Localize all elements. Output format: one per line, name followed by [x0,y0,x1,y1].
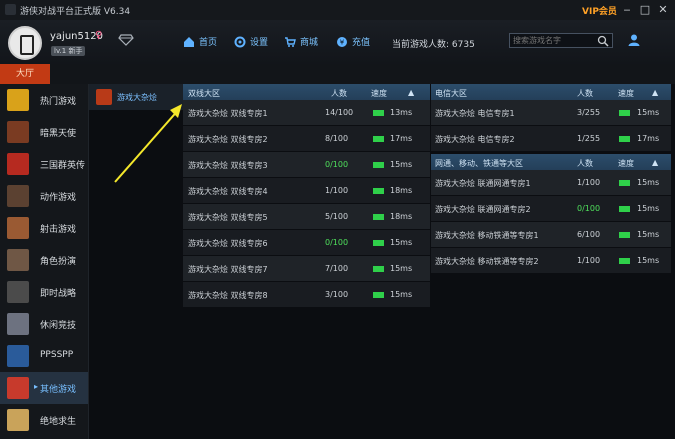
sidebar-item-hot-games[interactable]: 热门游戏 [0,84,88,116]
table-row[interactable]: 游戏大杂烩 双线专房5 5/100 18ms [183,204,430,229]
game-thumb-icon [7,409,29,431]
game-thumb-icon [7,249,29,271]
ping-bar-icon [373,110,384,116]
sort-icon[interactable]: ▲ [408,88,414,97]
netcom-mobile-room-table: 网通、移动、铁通等大区 人数 速度 ▲ 游戏大杂烩 联通网通专房1 1/100 1… [431,154,671,274]
ping-bar-icon [619,110,630,116]
game-thumb-icon [7,185,29,207]
game-thumb-icon [96,89,112,105]
table-row[interactable]: 游戏大杂烩 双线专房2 8/100 17ms [183,126,430,151]
game-thumb-icon [7,153,29,175]
ping-bar-icon [373,266,384,272]
svg-text:¥: ¥ [340,38,345,46]
search-icon[interactable] [597,35,609,47]
table-row[interactable]: 游戏大杂烩 双线专房1 14/100 13ms [183,100,430,125]
sidebar-item-rts[interactable]: 即时战略 [0,276,88,308]
restore-icon[interactable]: □ [638,3,652,17]
sidebar-item-rpg[interactable]: 角色扮演 [0,244,88,276]
table-header: 网通、移动、铁通等大区 人数 速度 ▲ [431,154,671,170]
table-row[interactable]: 游戏大杂烩 电信专房2 1/255 17ms [431,126,671,151]
nav-shop[interactable]: 商城 [284,35,318,48]
game-thumb-icon [7,121,29,143]
tab-hall[interactable]: 大厅 [0,64,50,84]
table-row[interactable]: 游戏大杂烩 电信专房1 3/255 15ms [431,100,671,125]
ping-bar-icon [373,162,384,168]
subcategory-item-hodgepodge[interactable]: 游戏大杂烩 [89,84,183,110]
sidebar-item-action[interactable]: 动作游戏 [0,180,88,212]
table-row[interactable]: 游戏大杂烩 双线专房3 0/100 15ms [183,152,430,177]
table-row[interactable]: 游戏大杂烩 移动铁通等专房2 1/100 15ms [431,248,671,273]
sidebar: 热门游戏 暗黑天使 三国群英传 动作游戏 射击游戏 角色扮演 即时战略 休闲竞技… [0,84,89,439]
search-input[interactable] [510,34,604,47]
hot-icon [7,89,29,111]
ping-bar-icon [619,180,630,186]
sort-icon[interactable]: ▲ [652,88,658,97]
sidebar-item-casual[interactable]: 休闲竞技 [0,308,88,340]
ping-bar-icon [619,232,630,238]
table-header: 双线大区 人数 速度 ▲ [183,84,430,100]
ping-bar-icon [373,214,384,220]
table-header: 电信大区 人数 速度 ▲ [431,84,671,100]
sidebar-item-other-games[interactable]: ▸ 其他游戏 [0,372,88,404]
title-bar: 游侠对战平台正式版 V6.34 VIP会员 ‒ □ ✕ [0,0,675,20]
game-thumb-icon [7,313,29,335]
gender-icon: ♀ [95,30,103,41]
window-title: 游侠对战平台正式版 V6.34 [20,7,131,17]
ping-bar-icon [373,292,384,298]
online-count: 当前游戏人数: 6735 [392,40,475,50]
table-row[interactable]: 游戏大杂烩 双线专房6 0/100 15ms [183,230,430,255]
table-row[interactable]: 游戏大杂烩 联通网通专房2 0/100 15ms [431,196,671,221]
sidebar-item-shooter[interactable]: 射击游戏 [0,212,88,244]
ping-bar-icon [373,136,384,142]
fist-icon [7,377,29,399]
ping-bar-icon [619,136,630,142]
sort-icon[interactable]: ▲ [652,158,658,167]
minimize-icon[interactable]: ‒ [620,3,634,17]
avatar[interactable] [8,26,42,60]
ping-bar-icon [373,240,384,246]
ping-bar-icon [619,258,630,264]
table-row[interactable]: 游戏大杂烩 联通网通专房1 1/100 15ms [431,170,671,195]
table-row[interactable]: 游戏大杂烩 双线专房8 3/100 15ms [183,282,430,307]
coin-icon: ¥ [337,36,347,47]
diamond-icon[interactable] [118,34,134,46]
game-thumb-icon [7,281,29,303]
header: yajun5120 ♀ lv.1 新手 首页 设置 商城 ¥ 充值 当前游戏人数… [0,20,675,65]
close-icon[interactable]: ✕ [656,3,670,17]
dual-line-room-table: 双线大区 人数 速度 ▲ 游戏大杂烩 双线专房1 14/100 13ms 游戏大杂… [183,84,430,310]
vip-button[interactable]: VIP会员 [582,4,617,17]
cart-icon [285,36,296,47]
home-icon [184,36,194,47]
user-level-badge: lv.1 新手 [51,46,86,56]
gear-icon [234,36,246,47]
telecom-room-table: 电信大区 人数 速度 ▲ 游戏大杂烩 电信专房1 3/255 15ms 游戏大杂烩… [431,84,671,152]
sidebar-item-three-kingdoms[interactable]: 三国群英传 [0,148,88,180]
table-row[interactable]: 游戏大杂烩 双线专房7 7/100 15ms [183,256,430,281]
nav-home[interactable]: 首页 [183,35,217,48]
table-row[interactable]: 游戏大杂烩 双线专房4 1/100 18ms [183,178,430,203]
app-logo-icon [5,4,16,15]
search-box[interactable] [509,33,613,48]
tab-row: 大厅 [0,64,675,84]
subcategory-column: 游戏大杂烩 [89,84,183,439]
selected-arrow-icon: ▸ [34,382,39,391]
game-thumb-icon [7,217,29,239]
user-icon[interactable] [627,33,641,47]
nav-settings[interactable]: 设置 [234,35,268,48]
sidebar-item-dark-angel[interactable]: 暗黑天使 [0,116,88,148]
game-thumb-icon [7,345,29,367]
sidebar-item-pubg[interactable]: 绝地求生 [0,404,88,436]
ping-bar-icon [619,206,630,212]
table-row[interactable]: 游戏大杂烩 移动铁通等专房1 6/100 15ms [431,222,671,247]
nav-recharge[interactable]: ¥ 充值 [336,35,370,48]
sidebar-item-ppsspp[interactable]: PPSSPP [0,340,88,372]
ping-bar-icon [373,188,384,194]
